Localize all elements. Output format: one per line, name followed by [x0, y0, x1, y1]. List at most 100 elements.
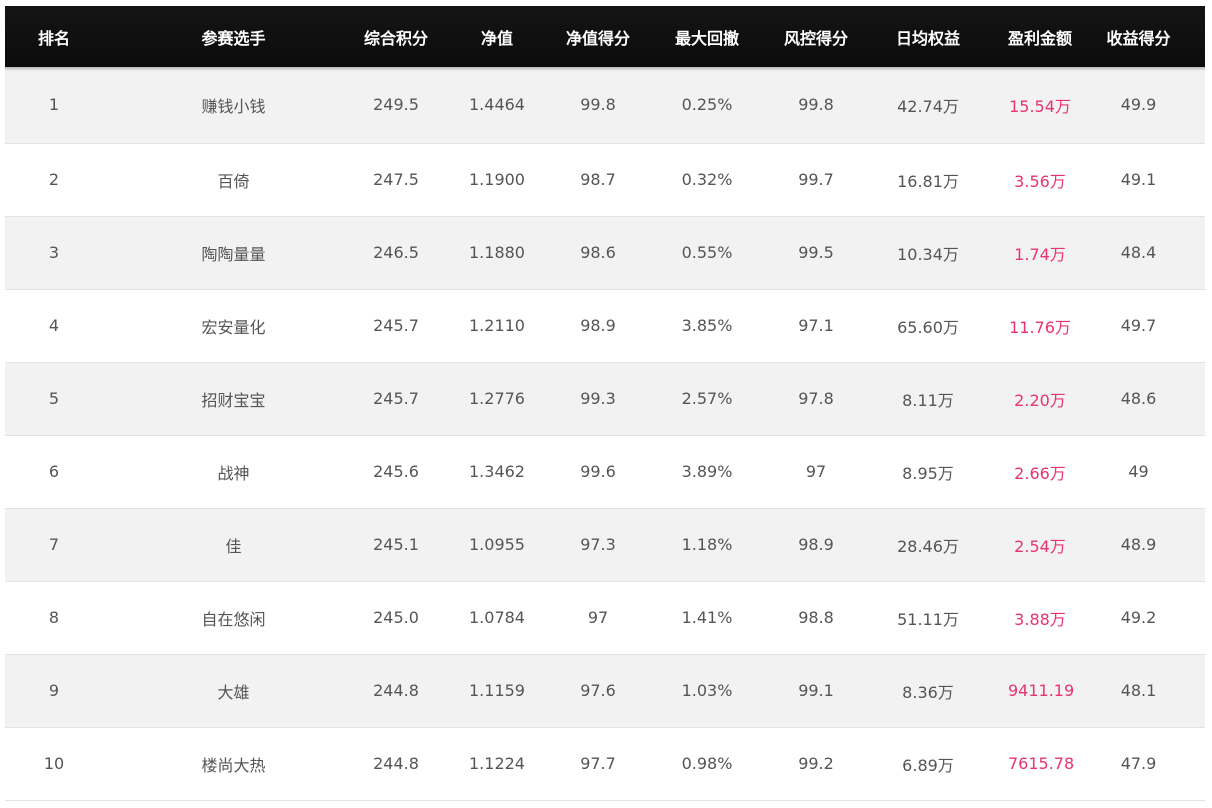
- cell-nav: 1.0784: [469, 608, 525, 627]
- cell-total-score: 244.8: [373, 754, 419, 773]
- table-row: 8 自在悠闲 245.0 1.0784 97 1.41% 98.8 51.11万 3.88万 49…: [5, 581, 1205, 654]
- cell-return-score: 49.2: [1120, 608, 1157, 627]
- cell-risk-score: 97: [805, 462, 827, 481]
- cell-profit: 3.56万: [1014, 171, 1066, 191]
- cell-player: 招财宝宝: [201, 390, 266, 410]
- cell-player: 宏安量化: [201, 317, 266, 337]
- cell-nav-score: 99.6: [580, 462, 616, 481]
- table-row: 10 楼尚大热 244.8 1.1224 97.7 0.98% 99.2 6.89万 7615.…: [5, 727, 1205, 800]
- cell-return-score: 47.9: [1120, 754, 1157, 773]
- cell-avg-equity: 10.34万: [897, 244, 959, 264]
- cell-max-drawdown: 0.25%: [681, 95, 733, 115]
- table-header: 排名 参赛选手 综合积分 净值 净值得分 最大回撤 风控得分 日均权益 盈利金额 收益得分: [5, 6, 1205, 67]
- cell-avg-equity: 28.46万: [897, 536, 959, 556]
- cell-max-drawdown: 0.32%: [681, 170, 733, 189]
- cell-nav: 1.1880: [469, 243, 525, 262]
- cell-max-drawdown: 3.85%: [681, 316, 733, 335]
- cell-total-score: 249.5: [373, 95, 419, 115]
- cell-profit: 2.20万: [1014, 390, 1066, 410]
- table-row: 4 宏安量化 245.7 1.2110 98.9 3.85% 97.1 65.60万 11.76…: [5, 289, 1205, 362]
- cell-nav-score: 99.3: [580, 389, 616, 408]
- cell-nav-score: 97.3: [580, 535, 616, 554]
- cell-player: 百倚: [217, 171, 250, 191]
- cell-nav-score: 99.8: [580, 95, 616, 115]
- table-row: 3 陶陶量量 246.5 1.1880 98.6 0.55% 99.5 10.34万 1.74万…: [5, 216, 1205, 289]
- cell-rank: 8: [48, 608, 60, 627]
- header-profit: 盈利金额: [1008, 28, 1073, 48]
- cell-total-score: 245.0: [373, 608, 419, 627]
- header-max-drawdown: 最大回撤: [674, 28, 739, 48]
- cell-total-score: 245.7: [373, 316, 419, 335]
- cell-risk-score: 99.7: [798, 170, 834, 189]
- cell-player: 陶陶量量: [201, 244, 266, 264]
- cell-nav-score: 97.7: [580, 754, 616, 773]
- table-body: 1 赚钱小钱 249.5 1.4464 99.8 0.25% 99.8 42.74万 15.54…: [5, 67, 1205, 800]
- table-row: 7 佳 245.1 1.0955 97.3 1.18% 98.9 28.46万 2.54万 48.…: [5, 508, 1205, 581]
- cell-avg-equity: 8.11万: [902, 390, 954, 410]
- cell-return-score: 49.7: [1120, 316, 1157, 335]
- cell-player: 佳: [225, 536, 242, 556]
- cell-player: 楼尚大热: [201, 755, 266, 775]
- cell-risk-score: 97.8: [798, 389, 834, 408]
- cell-max-drawdown: 0.98%: [681, 754, 733, 773]
- cell-player: 赚钱小钱: [201, 96, 266, 116]
- cell-risk-score: 98.9: [798, 535, 834, 554]
- cell-profit: 3.88万: [1014, 609, 1066, 629]
- cell-avg-equity: 6.89万: [902, 755, 954, 775]
- cell-risk-score: 99.1: [798, 681, 834, 700]
- leaderboard-table: 排名 参赛选手 综合积分 净值 净值得分 最大回撤 风控得分 日均权益 盈利金额 收益得分 1 赚钱…: [5, 6, 1205, 801]
- cell-risk-score: 99.8: [798, 95, 834, 115]
- cell-total-score: 245.7: [373, 389, 419, 408]
- cell-rank: 1: [48, 95, 60, 115]
- cell-profit: 2.54万: [1014, 536, 1066, 556]
- cell-player: 大雄: [217, 682, 250, 702]
- cell-nav: 1.3462: [469, 462, 525, 481]
- table-row: 2 百倚 247.5 1.1900 98.7 0.32% 99.7 16.81万 3.56万 49…: [5, 143, 1205, 216]
- cell-return-score: 49: [1128, 462, 1149, 481]
- table-row: 9 大雄 244.8 1.1159 97.6 1.03% 99.1 8.36万 9411.19 4…: [5, 654, 1205, 727]
- cell-rank: 7: [48, 535, 60, 554]
- cell-risk-score: 97.1: [798, 316, 834, 335]
- header-row: 排名 参赛选手 综合积分 净值 净值得分 最大回撤 风控得分 日均权益 盈利金额 收益得分: [5, 6, 1205, 67]
- cell-profit: 2.66万: [1014, 463, 1066, 483]
- cell-total-score: 246.5: [373, 243, 419, 262]
- cell-max-drawdown: 1.41%: [681, 608, 733, 627]
- cell-nav-score: 98.6: [580, 243, 616, 262]
- cell-return-score: 48.9: [1120, 535, 1157, 554]
- cell-nav: 1.0955: [469, 535, 525, 554]
- cell-max-drawdown: 2.57%: [681, 389, 733, 408]
- cell-player: 战神: [217, 463, 250, 483]
- cell-max-drawdown: 3.89%: [681, 462, 733, 481]
- cell-rank: 2: [48, 170, 60, 189]
- cell-nav: 1.4464: [469, 95, 525, 115]
- cell-max-drawdown: 0.55%: [681, 243, 733, 262]
- header-return-score: 收益得分: [1106, 28, 1171, 48]
- cell-return-score: 48.4: [1120, 243, 1157, 262]
- cell-nav-score: 97.6: [580, 681, 616, 700]
- cell-total-score: 245.1: [373, 535, 419, 554]
- cell-total-score: 245.6: [373, 462, 419, 481]
- table-row: 1 赚钱小钱 249.5 1.4464 99.8 0.25% 99.8 42.74万 15.54…: [5, 67, 1205, 143]
- cell-avg-equity: 8.95万: [902, 463, 954, 483]
- cell-profit: 1.74万: [1014, 244, 1066, 264]
- header-rank: 排名: [37, 28, 70, 48]
- table-row: 6 战神 245.6 1.3462 99.6 3.89% 97 8.95万 2.66万 49: [5, 435, 1205, 508]
- table-row: 5 招财宝宝 245.7 1.2776 99.3 2.57% 97.8 8.11万 2.20万 4…: [5, 362, 1205, 435]
- cell-profit: 7615.78: [1008, 754, 1075, 773]
- cell-nav-score: 98.7: [580, 170, 616, 189]
- cell-total-score: 247.5: [373, 170, 419, 189]
- cell-avg-equity: 51.11万: [897, 609, 959, 629]
- cell-return-score: 49.9: [1120, 95, 1157, 115]
- cell-nav: 1.2776: [469, 389, 525, 408]
- cell-return-score: 48.1: [1120, 681, 1157, 700]
- header-nav: 净值: [480, 28, 513, 48]
- cell-rank: 9: [48, 681, 60, 700]
- cell-avg-equity: 65.60万: [897, 317, 959, 337]
- cell-return-score: 48.6: [1120, 389, 1157, 408]
- cell-rank: 4: [48, 316, 60, 335]
- cell-rank: 6: [48, 462, 60, 481]
- cell-nav-score: 98.9: [580, 316, 616, 335]
- cell-profit: 9411.19: [1008, 681, 1075, 700]
- header-nav-score: 净值得分: [566, 28, 631, 48]
- cell-rank: 3: [48, 243, 60, 262]
